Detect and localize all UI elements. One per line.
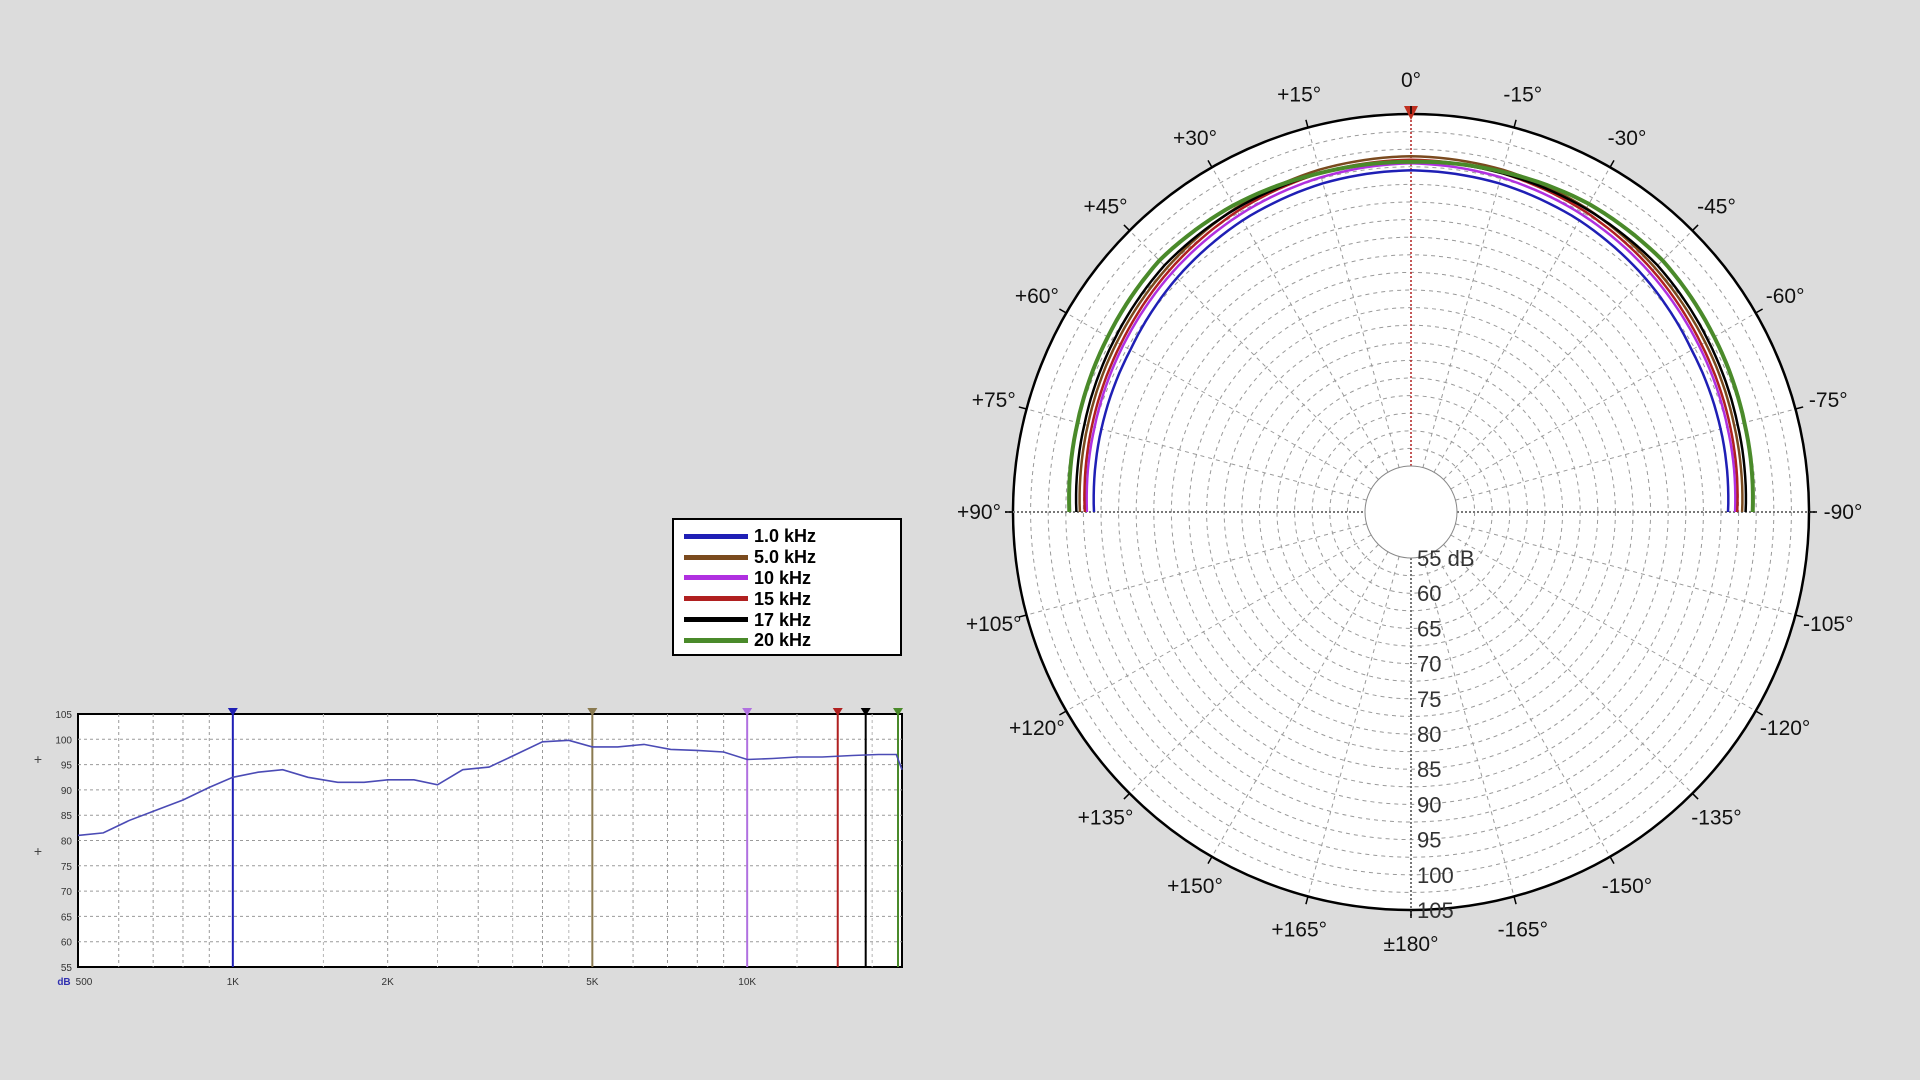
freq-y-tick-label: 85 [61,811,73,822]
polar-radial-label: 105 [1417,898,1454,923]
legend-label: 10 kHz [754,567,812,588]
freq-y-tick-label: 90 [61,786,73,797]
polar-angle-tick [1609,160,1615,168]
legend: 1.0 kHz 5.0 kHz 10 kHz 15 kHz 17 kHz 20 kHz [672,518,902,656]
polar-angle-label: +60° [1015,285,1059,308]
freq-x-tick-label: 1K [227,977,240,988]
legend-item: 1.0 kHz [684,526,900,547]
freq-y-tick-label: 75 [61,862,73,873]
polar-center-hole [1364,465,1458,559]
polar-radial-label: 75 [1417,687,1441,712]
polar-radial-label: 95 [1417,828,1441,853]
frequency-response-plot: 105 100 95 90 85 80 75 70 65 60 55500 1K 2K 5K 10K dB + + [34,708,903,988]
legend-item: 17 kHz [684,609,900,630]
legend-label: 15 kHz [754,588,812,609]
polar-angle-tick [1691,792,1699,800]
freq-y-tick-label: 60 [61,938,73,949]
freq-plot-area [77,713,903,968]
polar-radial-label: 70 [1417,652,1441,677]
polar-angle-label: -45° [1697,196,1736,219]
polar-angle-tick [1059,710,1067,716]
polar-angle-tick [1755,308,1763,314]
polar-angle-tick [1691,224,1699,232]
polar-angle-label: -75° [1809,389,1848,412]
polar-angle-tick [1207,856,1213,864]
legend-item: 5.0 kHz [684,547,900,568]
legend-swatch [684,533,748,539]
legend-item: 15 kHz [684,588,900,609]
polar-angle-tick [1123,792,1131,800]
polar-angle-label: +105° [966,613,1022,636]
polar-angle-tick [1305,896,1309,905]
polar-angle-label: 0° [1401,69,1421,92]
polar-angle-label: +30° [1173,127,1217,150]
polar-angle-label: +45° [1084,196,1128,219]
legend-swatch [684,637,748,643]
polar-angle-tick [1018,406,1027,410]
polar-radial-label: 55 dB [1417,546,1475,571]
polar-angle-tick [1795,406,1804,410]
polar-angle-tick [1755,710,1763,716]
polar-plot: 0° -15° -30° -45° -60° -75° -90° -105° -120° -135… [957,69,1862,956]
legend-label: 20 kHz [754,630,812,651]
polar-angle-label: -60° [1766,285,1805,308]
polar-angle-tick [1609,856,1615,864]
polar-angle-label: -15° [1503,84,1542,107]
polar-angle-label: +15° [1277,84,1321,107]
freq-y-tick-label: 65 [61,912,73,923]
polar-radial-label: 80 [1417,722,1441,747]
legend-swatch [684,617,748,623]
polar-radial-label: 60 [1417,581,1441,606]
polar-angle-tick [1513,896,1517,905]
freq-y-unit-label: dB [57,977,70,988]
polar-angle-label: +165° [1271,918,1327,941]
polar-angle-label: +75° [972,389,1016,412]
polar-angle-label: +90° [957,501,1001,524]
polar-angle-label: -105° [1803,613,1853,636]
freq-x-tick-label: 2K [382,977,395,988]
legend-swatch [684,554,748,560]
freq-y-tick-label: 70 [61,887,73,898]
freq-y-tick-label: 100 [55,735,72,746]
freq-x-tick-label: 5K [586,977,599,988]
legend-item: 10 kHz [684,568,900,589]
polar-radial-label: 85 [1417,757,1441,782]
polar-radial-label: 65 [1417,616,1441,641]
legend-label: 17 kHz [754,609,812,630]
chart-stage: 0° -15° -30° -45° -60° -75° -90° -105° -120° -135… [34,69,1862,988]
polar-angle-label: -165° [1498,918,1548,941]
freq-x-tick-label: 10K [738,977,756,988]
polar-angle-tick [1305,119,1309,128]
polar-radial-label: 100 [1417,863,1454,888]
legend-label: 5.0 kHz [754,547,817,568]
polar-angle-tick [1059,308,1067,314]
freq-y-tick-label: 80 [61,837,73,848]
polar-angle-label: -135° [1691,806,1741,829]
freq-y-tick-label: 105 [55,710,72,721]
freq-side-mark: + [34,751,42,767]
polar-angle-label: -150° [1602,875,1652,898]
polar-angle-label: -30° [1608,127,1647,150]
freq-y-tick-label: 95 [61,761,73,772]
polar-angle-tick [1795,614,1804,618]
legend-label: 1.0 kHz [754,526,817,547]
legend-swatch [684,575,748,581]
freq-y-tick-label: 55 [61,963,73,974]
polar-angle-label: -90° [1824,501,1863,524]
polar-angle-tick [1207,160,1213,168]
freq-x-tick-label: 500 [76,977,93,988]
legend-swatch [684,596,748,602]
freq-side-mark: + [34,843,42,859]
legend-item: 20 kHz [684,630,900,651]
polar-angle-label: +150° [1167,875,1223,898]
polar-angle-tick [1123,224,1131,232]
polar-angle-tick [1513,119,1517,128]
polar-angle-label: +120° [1009,717,1065,740]
polar-radial-label: 90 [1417,792,1441,817]
polar-angle-label: +135° [1078,806,1134,829]
polar-angle-label: -120° [1760,717,1810,740]
polar-angle-label: ±180° [1384,933,1439,956]
